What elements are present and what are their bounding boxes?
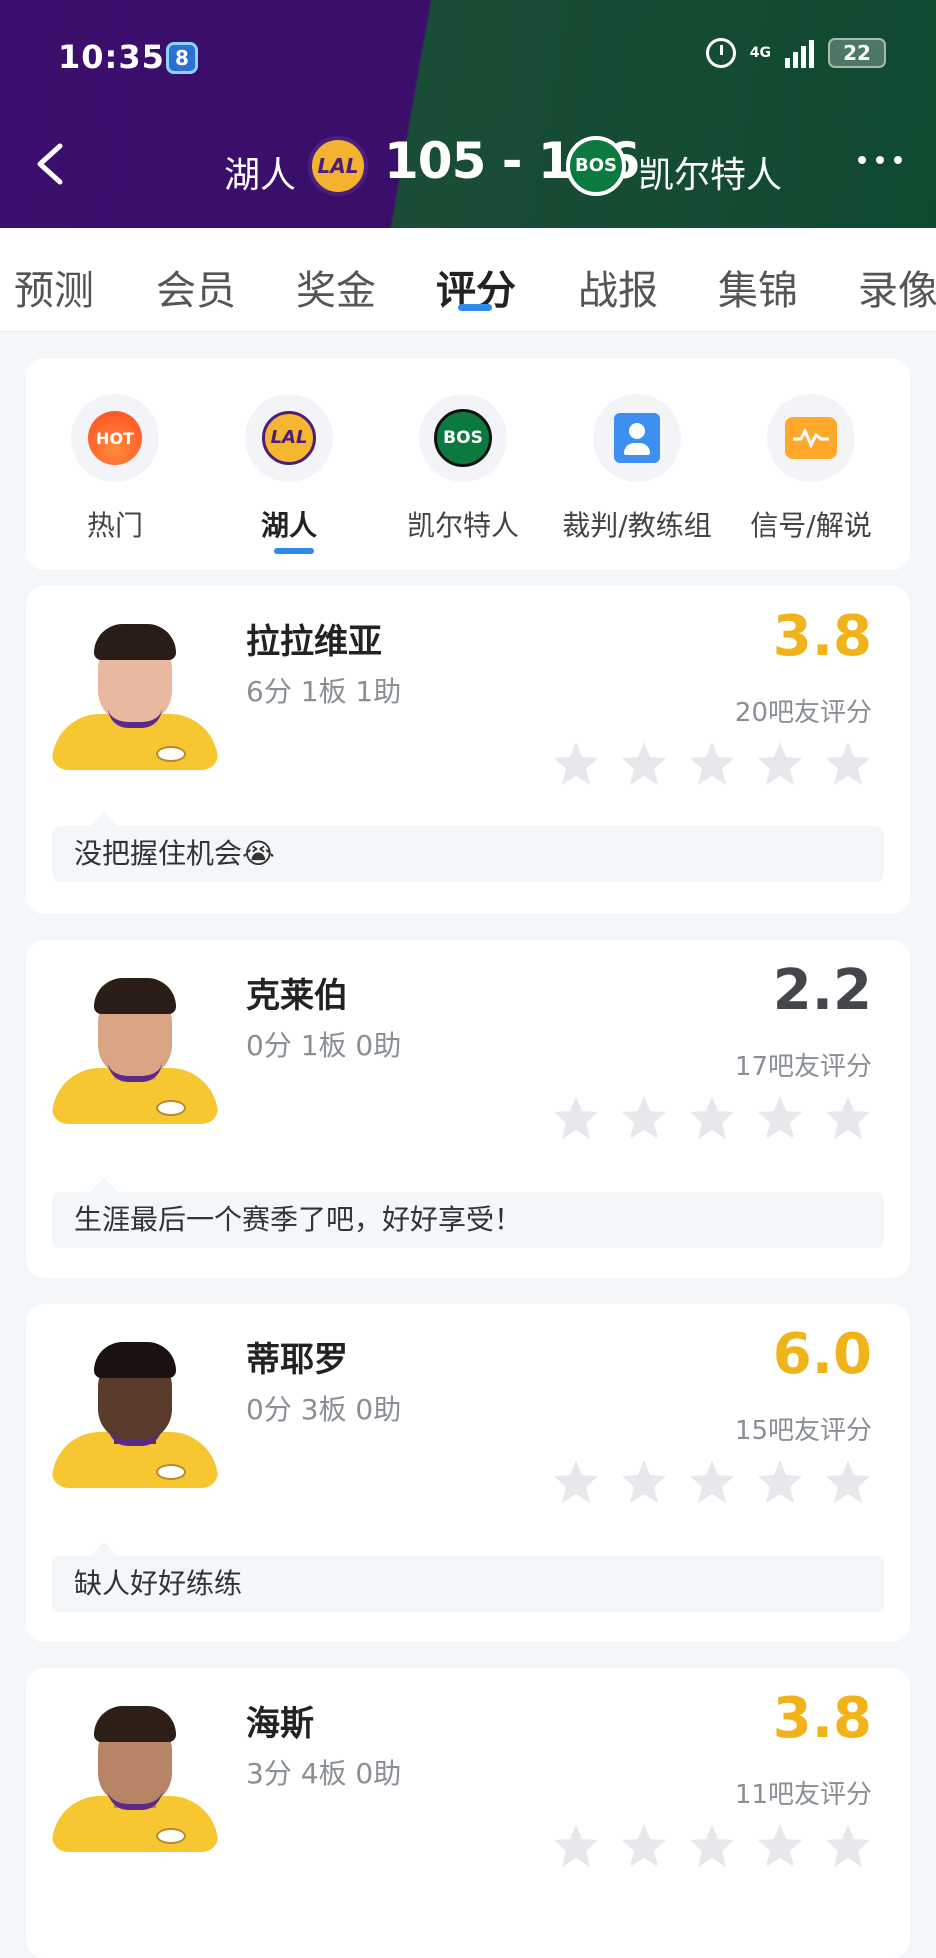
star-icon[interactable] bbox=[620, 1822, 668, 1868]
chevron-left-icon bbox=[37, 143, 63, 185]
tab-member[interactable]: 会员 bbox=[156, 258, 236, 316]
referee-icon bbox=[614, 413, 660, 463]
star-icon[interactable] bbox=[688, 1094, 736, 1140]
tab-highlights[interactable]: 集锦 bbox=[718, 258, 798, 316]
player-name: 海斯 bbox=[246, 1704, 314, 1744]
player-card[interactable]: 海斯 3分 4板 0助 3.8 11吧友评分 bbox=[26, 1668, 910, 1958]
notification-badge-icon: 8 bbox=[166, 42, 198, 74]
game-header: 10:35 8 4G 22 湖人 LAL 105 - 126 BOS 凯尔特人 bbox=[0, 0, 936, 228]
status-bar: 10:35 8 4G 22 bbox=[58, 38, 886, 78]
dot-icon bbox=[858, 156, 866, 164]
star-rating-input[interactable] bbox=[552, 740, 872, 786]
tab-prediction[interactable]: 预测 bbox=[14, 258, 94, 316]
category-referees[interactable]: 裁判/教练组 bbox=[552, 394, 722, 544]
active-tab-indicator bbox=[458, 304, 492, 311]
home-team-name: 湖人 bbox=[224, 155, 297, 196]
tab-bonus[interactable]: 奖金 bbox=[296, 258, 376, 316]
top-comment[interactable]: 没把握住机会😭 bbox=[52, 812, 884, 882]
player-card[interactable]: 拉拉维亚 6分 1板 1助 3.8 20吧友评分 没把握住机会😭 bbox=[26, 586, 910, 914]
star-icon[interactable] bbox=[824, 1458, 872, 1504]
player-rating: 2.2 bbox=[772, 958, 872, 1023]
player-stats: 0分 1板 0助 bbox=[246, 1029, 402, 1062]
category-lakers[interactable]: LAL 湖人 bbox=[204, 372, 374, 544]
star-icon[interactable] bbox=[824, 1094, 872, 1140]
celtics-logo-icon: BOS bbox=[566, 136, 626, 196]
player-rating: 3.8 bbox=[772, 1686, 872, 1751]
status-time: 10:35 bbox=[58, 38, 165, 76]
star-icon[interactable] bbox=[688, 1458, 736, 1504]
category-label: 凯尔特人 bbox=[406, 509, 519, 542]
alarm-icon bbox=[705, 38, 736, 68]
star-icon[interactable] bbox=[756, 1458, 804, 1504]
rating-count: 15吧友评分 bbox=[734, 1416, 872, 1446]
player-rating: 3.8 bbox=[772, 604, 872, 669]
player-name: 拉拉维亚 bbox=[246, 622, 382, 662]
star-icon[interactable] bbox=[552, 1458, 600, 1504]
category-celtics[interactable]: BOS 凯尔特人 bbox=[378, 394, 548, 544]
network-type: 4G bbox=[749, 45, 771, 61]
dot-icon bbox=[894, 156, 902, 164]
back-button[interactable] bbox=[34, 142, 66, 185]
star-icon[interactable] bbox=[620, 740, 668, 786]
active-category-indicator bbox=[274, 548, 314, 554]
player-rating: 6.0 bbox=[772, 1322, 872, 1387]
lakers-logo-icon: LAL bbox=[308, 136, 368, 196]
player-avatar bbox=[52, 608, 218, 770]
tab-replay[interactable]: 录像 bbox=[858, 258, 936, 316]
tab-bar: 预测 会员 奖金 评分 战报 集锦 录像 bbox=[0, 228, 936, 332]
star-icon[interactable] bbox=[552, 740, 600, 786]
rating-count: 11吧友评分 bbox=[734, 1780, 872, 1810]
player-name: 蒂耶罗 bbox=[246, 1340, 348, 1380]
rating-count: 20吧友评分 bbox=[734, 698, 872, 728]
battery-icon: 22 bbox=[828, 38, 886, 68]
hot-icon: HOT bbox=[88, 411, 142, 465]
dot-icon bbox=[876, 156, 884, 164]
top-comment[interactable]: 生涯最后一个赛季了吧，好好享受！ bbox=[52, 1178, 884, 1248]
star-rating-input[interactable] bbox=[552, 1458, 872, 1504]
video-signal-icon bbox=[785, 417, 837, 459]
player-avatar bbox=[52, 1690, 218, 1852]
category-hot[interactable]: HOT 热门 bbox=[30, 394, 200, 544]
star-icon[interactable] bbox=[552, 1094, 600, 1140]
score-row: 湖人 LAL 105 - 126 BOS 凯尔特人 bbox=[0, 130, 936, 200]
star-icon[interactable] bbox=[824, 1822, 872, 1868]
player-name: 克莱伯 bbox=[246, 976, 348, 1016]
player-card[interactable]: 蒂耶罗 0分 3板 0助 6.0 15吧友评分 缺人好好练练 bbox=[26, 1304, 910, 1642]
more-options-button[interactable] bbox=[858, 156, 902, 164]
category-broadcast[interactable]: 信号/解说 bbox=[726, 394, 896, 544]
star-icon[interactable] bbox=[756, 1822, 804, 1868]
player-card[interactable]: 克莱伯 0分 1板 0助 2.2 17吧友评分 生涯最后一个赛季了吧，好好享受！ bbox=[26, 940, 910, 1278]
top-comment[interactable]: 缺人好好练练 bbox=[52, 1542, 884, 1612]
star-icon[interactable] bbox=[620, 1458, 668, 1504]
star-icon[interactable] bbox=[552, 1822, 600, 1868]
player-avatar bbox=[52, 1326, 218, 1488]
star-icon[interactable] bbox=[756, 740, 804, 786]
celtics-logo-icon: BOS bbox=[434, 409, 492, 467]
player-stats: 0分 3板 0助 bbox=[246, 1393, 402, 1426]
star-icon[interactable] bbox=[620, 1094, 668, 1140]
away-team-name: 凯尔特人 bbox=[638, 155, 783, 196]
category-label: 裁判/教练组 bbox=[562, 509, 712, 542]
category-label: 热门 bbox=[86, 509, 143, 542]
star-icon[interactable] bbox=[824, 740, 872, 786]
rating-count: 17吧友评分 bbox=[734, 1052, 872, 1082]
star-icon[interactable] bbox=[688, 1822, 736, 1868]
tab-report[interactable]: 战报 bbox=[578, 258, 658, 316]
star-icon[interactable] bbox=[688, 740, 736, 786]
category-label: 信号/解说 bbox=[750, 509, 872, 542]
signal-icon bbox=[785, 38, 814, 68]
player-stats: 3分 4板 0助 bbox=[246, 1757, 402, 1790]
star-icon[interactable] bbox=[756, 1094, 804, 1140]
player-avatar bbox=[52, 962, 218, 1124]
category-selector: HOT 热门 LAL 湖人 BOS 凯尔特人 裁判/教练组 信号/解说 bbox=[26, 358, 910, 570]
star-rating-input[interactable] bbox=[552, 1094, 872, 1140]
category-label: 湖人 bbox=[260, 509, 317, 542]
player-stats: 6分 1板 1助 bbox=[246, 675, 402, 708]
star-rating-input[interactable] bbox=[552, 1822, 872, 1868]
lakers-logo-icon: LAL bbox=[262, 411, 316, 465]
